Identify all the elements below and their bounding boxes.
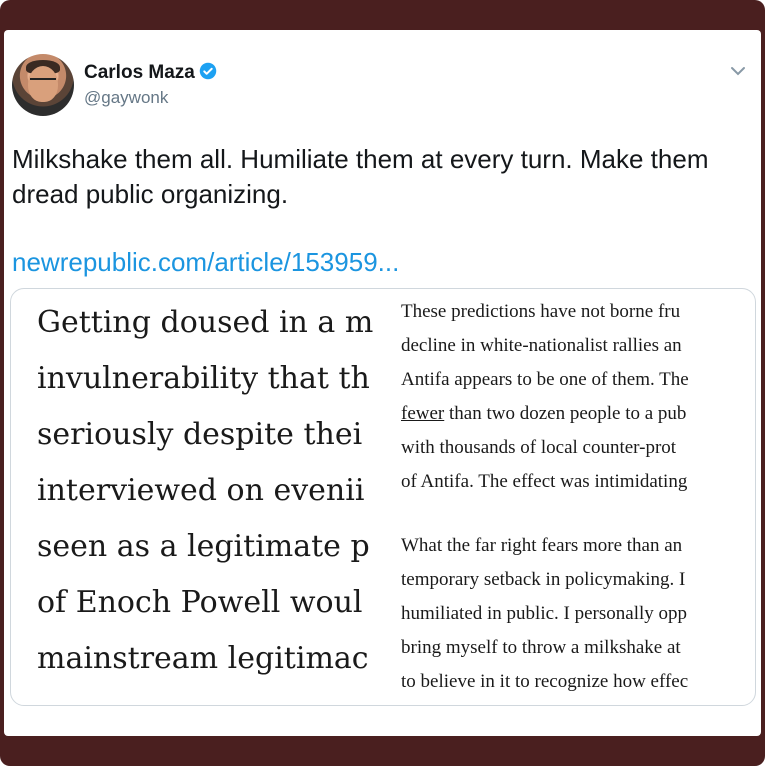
body-line: What the far right fears more than an [401,535,683,556]
author-name-row[interactable]: Carlos Maza [84,62,217,84]
article-body-excerpt: These predictions have not borne fru dec… [401,295,755,705]
body-line: These predictions have not borne fru [401,301,681,322]
author-name[interactable]: Carlos Maza [84,62,195,83]
headline-line: seriously despite thei [37,417,363,452]
body-line: fewer than two dozen people to a pub [401,397,755,431]
headline-line: mainstream legitimac [37,641,369,676]
headline-line: of Enoch Powell woul [37,585,363,620]
body-line: bring myself to throw a milkshake at [401,637,681,658]
body-line: of Antifa. The effect was intimidating [401,471,688,492]
body-line-rest: than two dozen people to a pub [444,403,687,424]
body-line: to believe in it to recognize how effec [401,671,689,692]
body-line: with thousands of local counter-prot [401,437,677,458]
headline-line: invulnerability that th [37,361,370,396]
chevron-down-icon[interactable] [729,64,747,78]
headline-line: interviewed on evenii [37,473,365,508]
headline-line: Getting doused in a m [37,305,374,340]
avatar[interactable] [12,54,74,116]
tweet-card: Carlos Maza @gaywonk Milkshake them all.… [4,30,761,736]
article-preview-image[interactable]: Getting doused in a m invulnerability th… [10,288,756,706]
body-line: decline in white-nationalist rallies an [401,335,682,356]
author-handle[interactable]: @gaywonk [84,88,168,108]
body-line: humiliated in public. I personally opp [401,603,688,624]
verified-badge-icon [199,62,217,80]
tweet-link[interactable]: newrepublic.com/article/153959... [12,247,399,278]
tweet-text: Milkshake them all. Humiliate them at ev… [12,144,709,209]
avatar-glasses [30,78,56,88]
body-line: Antifa appears to be one of them. The [401,369,689,390]
body-line: temporary setback in policymaking. I [401,569,686,590]
underlined-link-word[interactable]: fewer [401,403,444,424]
headline-line: seen as a legitimate p [37,529,370,564]
article-headline-excerpt: Getting doused in a m invulnerability th… [37,295,393,705]
